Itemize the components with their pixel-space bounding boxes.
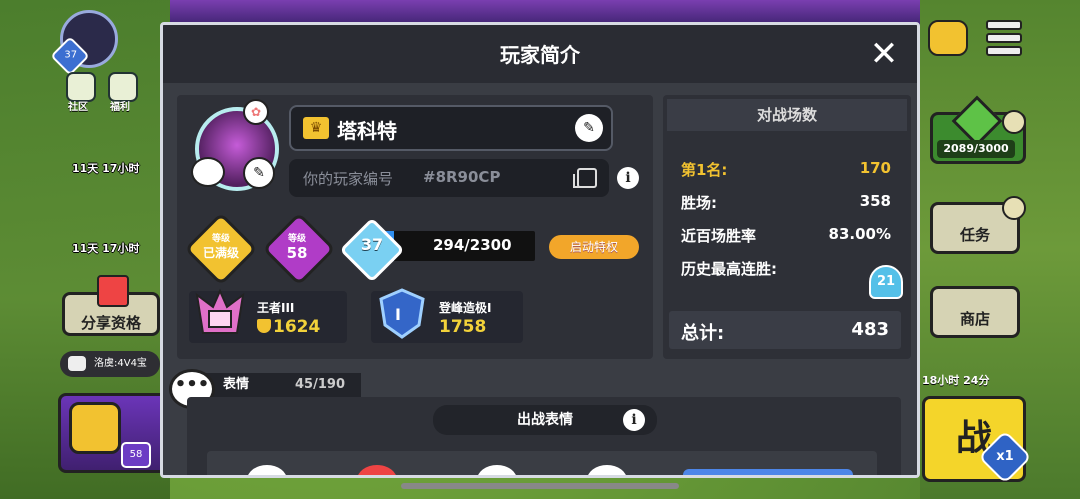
profile-card: ✿ ✎ ♛ 塔科特 ✎ 你的玩家编号 #8R90CP i 等级 已满级 等级 5… (177, 95, 653, 359)
chat-icon (68, 356, 86, 371)
emote-slot-4[interactable] (587, 465, 627, 475)
rank-box-2[interactable]: 登峰造极I 1758 I (371, 288, 523, 343)
avatar-edit-icon[interactable]: ✎ (243, 157, 275, 189)
gift-icon (97, 275, 129, 307)
stat-value: 358 (859, 192, 891, 210)
emote-slot-2[interactable] (357, 465, 397, 475)
emote-tab-label: 表情 (223, 377, 250, 392)
copy-icon[interactable] (573, 168, 597, 188)
emote-info-icon[interactable]: i (623, 409, 645, 431)
total-value: 483 (851, 319, 889, 340)
chest-count: 58 (121, 442, 151, 468)
share-label: 分享资格 (80, 314, 141, 332)
max-level-value: 已满级 (202, 246, 239, 260)
boost-button[interactable]: 启动特权 (549, 235, 639, 259)
boost-label: 启动特权 (569, 240, 618, 254)
rank-2-icon-number: I (395, 305, 401, 324)
edit-name-button[interactable]: ✎ (575, 114, 603, 142)
stat-value: 83.00% (828, 225, 891, 243)
player-profile-modal: 玩家简介 ✕ ✿ ✎ ♛ 塔科特 ✎ 你的玩家编号 #8R90CP i 等级 已… (160, 22, 920, 478)
paw-icon: ✿ (243, 99, 269, 125)
modal-body: ✿ ✎ ♛ 塔科特 ✎ 你的玩家编号 #8R90CP i 等级 已满级 等级 5… (163, 83, 917, 475)
trophy-road-count: 2089/3000 (937, 140, 1015, 158)
menu-icon[interactable] (986, 20, 1022, 56)
emote-slot-1[interactable] (247, 465, 287, 475)
emote-slot-3[interactable] (477, 465, 517, 475)
timer-icon (1002, 110, 1026, 134)
rank-crown-icon (195, 288, 245, 334)
stat-label: 胜场: (681, 194, 717, 212)
rank-1-value: 1624 (273, 317, 321, 337)
stat-row-winrate: 近百场胜率 83.00% (681, 225, 891, 249)
event-timer-right: 18小时 24分 (922, 374, 990, 387)
stat-label: 第1名: (681, 161, 728, 179)
friends-icon[interactable] (928, 20, 968, 56)
player-name: 塔科特 (337, 119, 397, 143)
stat-value: 170 (859, 159, 891, 177)
multiplier-text: x1 (996, 449, 1014, 464)
player-id-field: 你的玩家编号 #8R90CP (289, 159, 609, 197)
total-label: 总计: (681, 323, 725, 344)
stat-row-wins: 胜场: 358 (681, 192, 891, 216)
equipped-emotes-header: 出战表情 i (433, 405, 657, 435)
battle-stats-card: 对战场数 第1名: 170 胜场: 358 近百场胜率 83.00% 历史最高连… (663, 95, 911, 359)
chest-button[interactable]: 58 (58, 393, 176, 473)
battle-stats-header: 对战场数 (667, 99, 907, 131)
max-level-label: 等级 (211, 234, 230, 244)
event-timer-2[interactable]: 11天 17小时 (72, 240, 139, 256)
player-id-label: 你的玩家编号 (303, 170, 394, 188)
share-button[interactable]: 分享资格 (62, 275, 160, 336)
player-id-value: #8R90CP (423, 168, 501, 186)
streak-badge: 21 (869, 265, 903, 299)
emote-panel: 出战表情 i (187, 397, 901, 475)
welfare-label: 福利 (110, 102, 130, 113)
total-box: 总计: 483 (669, 311, 901, 349)
xp-progress-text: 294/2300 (433, 236, 512, 254)
chat-preview-text: 洛虞:4V4宝 (94, 358, 147, 369)
level-value: 58 (286, 244, 308, 262)
chat-preview[interactable]: 洛虞:4V4宝 (60, 351, 160, 377)
modal-title: 玩家简介 (500, 43, 580, 67)
emote-slot-5[interactable] (683, 469, 853, 475)
rank-1-name: 王者III (257, 301, 295, 315)
name-field: ♛ 塔科特 ✎ (289, 105, 613, 151)
emote-tab-count: 45/190 (295, 377, 345, 392)
level-badge[interactable]: 等级 58 (269, 225, 325, 269)
player-level-text: 37 (64, 49, 78, 61)
level-label: 等级 (287, 234, 306, 244)
info-icon[interactable]: i (617, 167, 639, 189)
close-button[interactable]: ✕ (865, 35, 903, 73)
equipped-emotes-label: 出战表情 (517, 412, 573, 428)
trophy-icon (257, 319, 271, 333)
max-level-badge[interactable]: 等级 已满级 (193, 225, 249, 269)
stat-row-first-place: 第1名: 170 (681, 159, 891, 183)
event-timer-1[interactable]: 11天 17小时 (72, 160, 139, 176)
stat-label: 近百场胜率 (681, 227, 757, 245)
rank-2-name: 登峰造极I (439, 301, 492, 315)
rank-box-1[interactable]: 王者III 1624 (189, 288, 347, 343)
chest-icon (69, 402, 121, 454)
home-indicator[interactable] (401, 483, 679, 489)
modal-header: 玩家简介 ✕ (163, 25, 917, 83)
timer-icon-2 (1002, 196, 1026, 220)
stat-label: 历史最高连胜: (681, 260, 777, 278)
community-label: 社区 (68, 102, 88, 113)
emote-row (207, 451, 877, 475)
stat-row-streak: 历史最高连胜: (681, 258, 891, 282)
crown-icon: ♛ (303, 117, 329, 139)
quests-label: 任务 (959, 226, 990, 244)
xp-level-value: 37 (360, 235, 384, 254)
rank-shield-icon (379, 288, 425, 339)
shop-label: 商店 (959, 310, 990, 328)
pet-icon (191, 157, 225, 187)
shop-button[interactable]: 商店 (930, 286, 1020, 338)
rank-2-value: 1758 (439, 317, 487, 337)
